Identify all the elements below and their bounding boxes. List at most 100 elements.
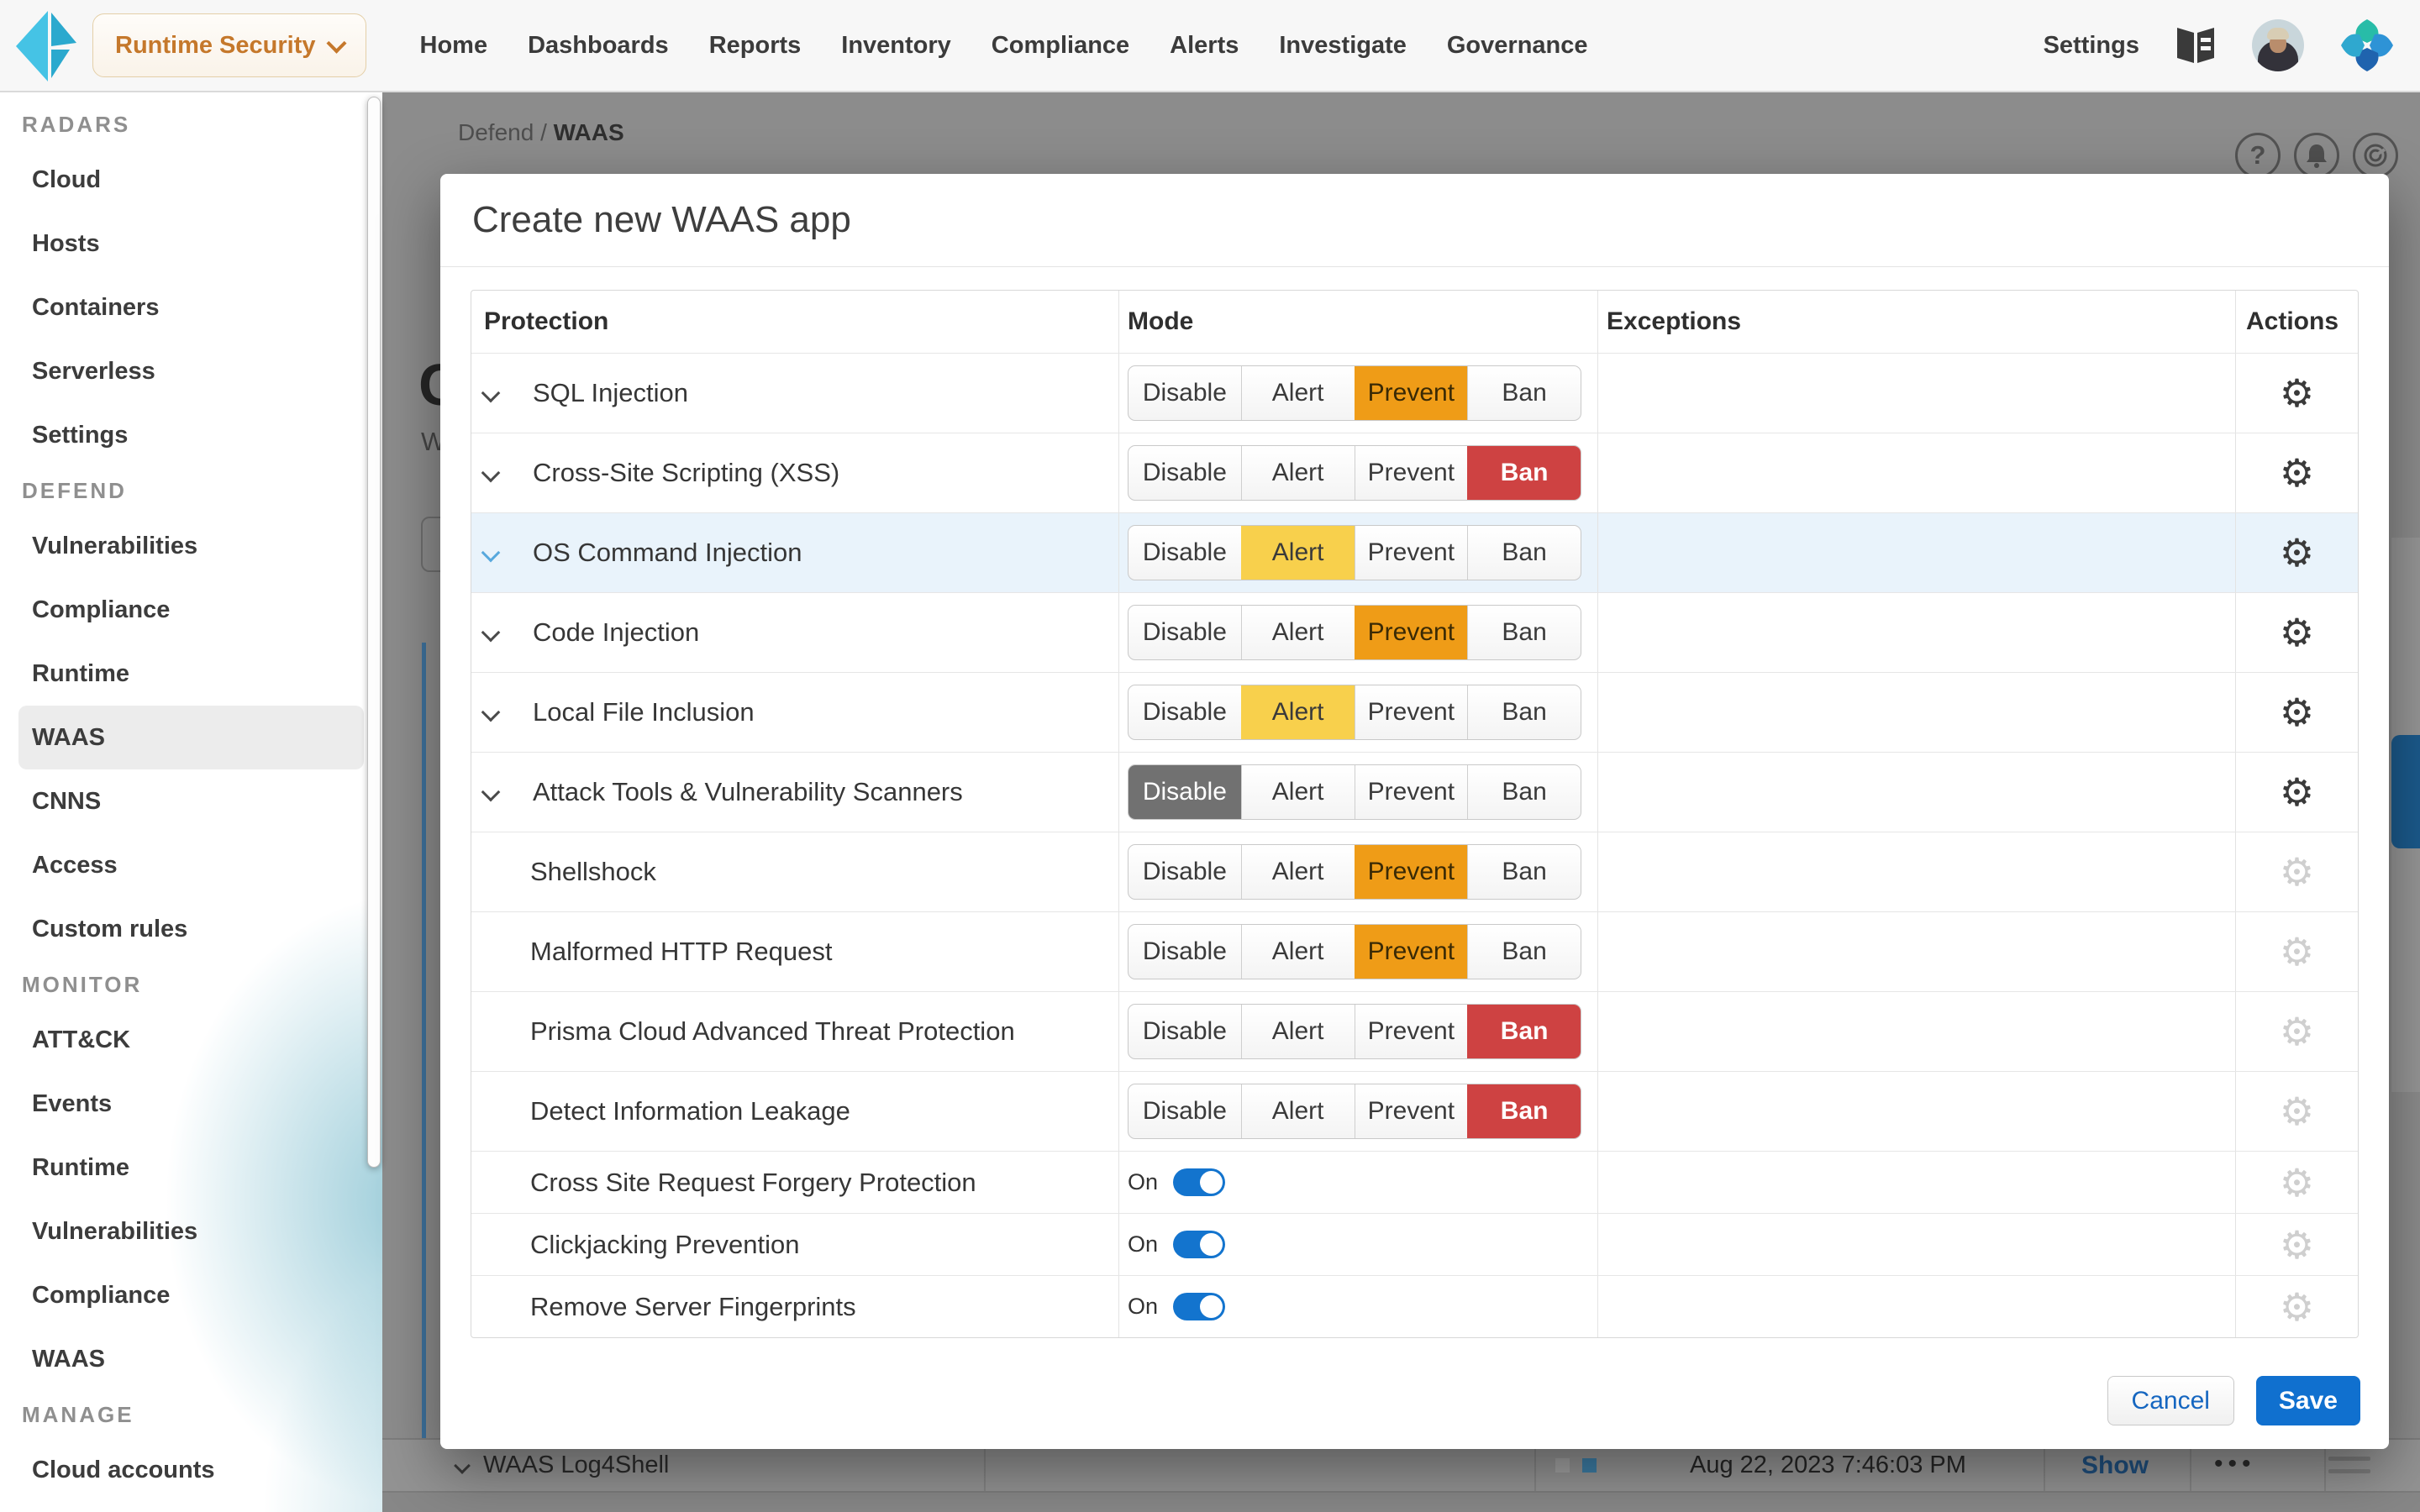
chevron-down-icon[interactable]: [481, 703, 501, 722]
sidebar-item-settings[interactable]: Settings: [18, 403, 364, 467]
mode-option-disable[interactable]: Disable: [1128, 1005, 1241, 1058]
mode-option-prevent[interactable]: Prevent: [1355, 526, 1468, 580]
mode-option-prevent[interactable]: Prevent: [1355, 765, 1468, 819]
sidebar-item-waas[interactable]: WAAS: [18, 706, 364, 769]
sidebar-item-compliance[interactable]: Compliance: [18, 578, 364, 642]
save-button[interactable]: Save: [2256, 1376, 2360, 1425]
sidebar-item-events[interactable]: Events: [18, 1072, 364, 1136]
mode-option-alert[interactable]: Alert: [1241, 845, 1355, 899]
table-row: ShellshockDisableAlertPreventBan⚙: [471, 832, 2358, 912]
mode-option-ban[interactable]: Ban: [1467, 1084, 1581, 1138]
nav-item-compliance[interactable]: Compliance: [971, 32, 1150, 60]
mode-option-prevent[interactable]: Prevent: [1355, 606, 1468, 659]
column-header-label: Exceptions: [1607, 307, 1741, 336]
mode-option-prevent[interactable]: Prevent: [1355, 925, 1468, 979]
sidebar-item-cloud-accounts[interactable]: Cloud accounts: [18, 1438, 364, 1502]
nav-item-home[interactable]: Home: [400, 32, 508, 60]
toggle-switch[interactable]: [1173, 1231, 1225, 1258]
mode-option-ban[interactable]: Ban: [1467, 845, 1581, 899]
nav-item-inventory[interactable]: Inventory: [821, 32, 971, 60]
mode-option-ban[interactable]: Ban: [1467, 925, 1581, 979]
nav-item-investigate[interactable]: Investigate: [1259, 32, 1427, 60]
mode-option-disable[interactable]: Disable: [1128, 366, 1241, 420]
cancel-button[interactable]: Cancel: [2107, 1376, 2234, 1425]
sidebar-item-compliance[interactable]: Compliance: [18, 1263, 364, 1327]
gear-icon[interactable]: ⚙: [2280, 374, 2314, 412]
sidebar-item-custom-rules[interactable]: Custom rules: [18, 897, 364, 961]
mode-option-ban[interactable]: Ban: [1467, 366, 1581, 420]
mode-option-prevent[interactable]: Prevent: [1355, 845, 1468, 899]
sidebar-item-access[interactable]: Access: [18, 833, 364, 897]
mode-option-alert[interactable]: Alert: [1241, 1005, 1355, 1058]
sidebar-scrollbar[interactable]: [367, 97, 381, 1168]
mode-option-disable[interactable]: Disable: [1128, 845, 1241, 899]
chevron-down-icon[interactable]: [481, 384, 501, 403]
product-switcher[interactable]: Runtime Security: [92, 13, 366, 77]
mode-option-prevent[interactable]: Prevent: [1355, 366, 1468, 420]
chevron-down-icon[interactable]: [481, 464, 501, 483]
mode-option-alert[interactable]: Alert: [1241, 685, 1355, 739]
mode-option-alert[interactable]: Alert: [1241, 606, 1355, 659]
toggle-switch[interactable]: [1173, 1168, 1225, 1196]
nav-item-reports[interactable]: Reports: [689, 32, 822, 60]
mode-option-ban[interactable]: Ban: [1467, 606, 1581, 659]
gear-icon[interactable]: ⚙: [2280, 533, 2314, 572]
sidebar-item-runtime[interactable]: Runtime: [18, 642, 364, 706]
mode-option-ban[interactable]: Ban: [1467, 685, 1581, 739]
nav-item-dashboards[interactable]: Dashboards: [508, 32, 689, 60]
actions-cell: ⚙: [2235, 593, 2358, 672]
mode-option-alert[interactable]: Alert: [1241, 1084, 1355, 1138]
mode-segmented-control: DisableAlertPreventBan: [1128, 924, 1581, 979]
mode-option-disable[interactable]: Disable: [1128, 526, 1241, 580]
mode-option-alert[interactable]: Alert: [1241, 526, 1355, 580]
nav-item-alerts[interactable]: Alerts: [1150, 32, 1259, 60]
mode-option-disable[interactable]: Disable: [1128, 606, 1241, 659]
sidebar-item-serverless[interactable]: Serverless: [18, 339, 364, 403]
mode-option-disable[interactable]: Disable: [1128, 765, 1241, 819]
settings-link[interactable]: Settings: [2044, 32, 2139, 60]
mode-option-disable[interactable]: Disable: [1128, 446, 1241, 500]
sidebar-item-cloud[interactable]: Cloud: [18, 148, 364, 212]
mode-option-disable[interactable]: Disable: [1128, 1084, 1241, 1138]
mode-option-alert[interactable]: Alert: [1241, 366, 1355, 420]
sidebar-item-vulnerabilities[interactable]: Vulnerabilities: [18, 514, 364, 578]
gear-icon: ⚙: [2280, 932, 2314, 971]
gear-icon[interactable]: ⚙: [2280, 693, 2314, 732]
mode-segmented-control: DisableAlertPreventBan: [1128, 1004, 1581, 1059]
mode-option-ban[interactable]: Ban: [1467, 446, 1581, 500]
sidebar-item-cnns[interactable]: CNNS: [18, 769, 364, 833]
mode-option-disable[interactable]: Disable: [1128, 685, 1241, 739]
docs-book-icon[interactable]: [2175, 26, 2217, 65]
mode-option-alert[interactable]: Alert: [1241, 925, 1355, 979]
mode-option-ban[interactable]: Ban: [1467, 526, 1581, 580]
protection-cell: Detect Information Leakage: [471, 1072, 1118, 1151]
sidebar-item-vulnerabilities[interactable]: Vulnerabilities: [18, 1200, 364, 1263]
chevron-down-icon[interactable]: [481, 623, 501, 643]
gear-icon[interactable]: ⚙: [2280, 454, 2314, 492]
sidebar-item-containers[interactable]: Containers: [18, 276, 364, 339]
mode-option-ban[interactable]: Ban: [1467, 765, 1581, 819]
mode-option-alert[interactable]: Alert: [1241, 765, 1355, 819]
sidebar-item-runtime[interactable]: Runtime: [18, 1136, 364, 1200]
user-avatar[interactable]: [2252, 19, 2304, 71]
mode-option-prevent[interactable]: Prevent: [1355, 446, 1468, 500]
table-row: Malformed HTTP RequestDisableAlertPreven…: [471, 912, 2358, 992]
gear-icon[interactable]: ⚙: [2280, 773, 2314, 811]
sidebar-item-att-ck[interactable]: ATT&CK: [18, 1008, 364, 1072]
mode-option-prevent[interactable]: Prevent: [1355, 1005, 1468, 1058]
gear-icon[interactable]: ⚙: [2280, 613, 2314, 652]
prisma-cloud-app-icon[interactable]: [2339, 18, 2395, 73]
mode-option-alert[interactable]: Alert: [1241, 446, 1355, 500]
sidebar-item-hosts[interactable]: Hosts: [18, 212, 364, 276]
runtime-security-logo-icon[interactable]: [0, 9, 92, 81]
toggle-switch[interactable]: [1173, 1293, 1225, 1320]
sidebar-item-waas[interactable]: WAAS: [18, 1327, 364, 1391]
mode-option-prevent[interactable]: Prevent: [1355, 1084, 1468, 1138]
mode-option-prevent[interactable]: Prevent: [1355, 685, 1468, 739]
nav-item-governance[interactable]: Governance: [1427, 32, 1608, 60]
protection-cell: Clickjacking Prevention: [471, 1214, 1118, 1275]
chevron-down-icon[interactable]: [481, 543, 501, 563]
mode-option-ban[interactable]: Ban: [1467, 1005, 1581, 1058]
chevron-down-icon[interactable]: [481, 783, 501, 802]
mode-option-disable[interactable]: Disable: [1128, 925, 1241, 979]
